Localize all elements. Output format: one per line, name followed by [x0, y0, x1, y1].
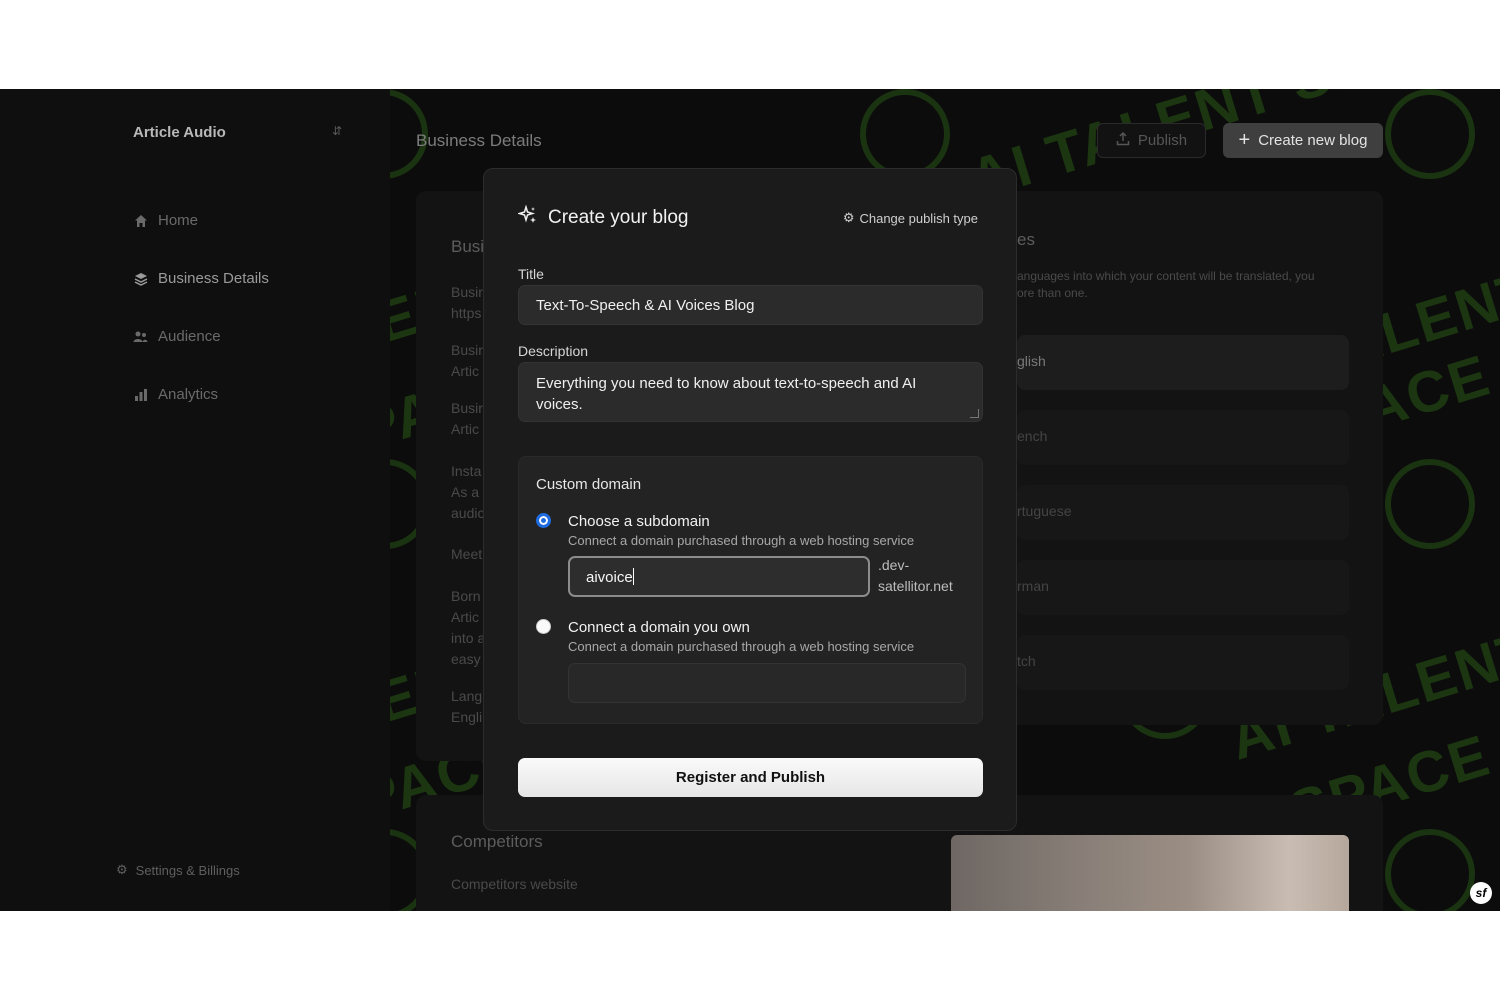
own-domain-input[interactable] — [568, 663, 966, 703]
publish-button[interactable]: Publish — [1097, 123, 1206, 158]
home-icon — [133, 213, 148, 228]
sidebar-item-audience[interactable]: Audience — [133, 328, 221, 345]
change-publish-type-label: Change publish type — [859, 210, 978, 226]
app-window: AI TALENT SPACE AI TALENT SPACE AI TALEN… — [0, 89, 1500, 911]
field-value: audic — [451, 505, 485, 521]
custom-domain-label: Custom domain — [536, 476, 642, 493]
subdomain-input[interactable]: aivoice — [568, 556, 870, 597]
sidebar-item-home[interactable]: Home — [133, 212, 198, 229]
custom-domain-section: Custom domain Choose a subdomain Connect… — [518, 456, 983, 724]
gear-icon: ⚙ — [842, 210, 855, 225]
gear-icon: ⚙ — [116, 862, 128, 877]
own-domain-option-subtitle: Connect a domain purchased through a web… — [568, 639, 915, 654]
language-label: rtuguese — [1017, 503, 1072, 519]
create-new-blog-button[interactable]: + Create new blog — [1223, 123, 1383, 158]
language-label: rman — [1017, 578, 1049, 594]
sidebar-item-label: Home — [158, 212, 199, 229]
chevron-updown-icon[interactable]: ⇵ — [332, 124, 342, 138]
card-description: ore than one. — [1017, 286, 1088, 300]
field-label: Lang — [451, 688, 483, 704]
watermark-logo — [1385, 829, 1475, 911]
language-option[interactable]: rtuguese — [1017, 485, 1349, 540]
field-label: Busir — [451, 284, 483, 300]
field-value: easy — [451, 651, 481, 667]
description-text: Everything you need to know about text-t… — [536, 375, 917, 413]
settings-label: Settings & Billings — [135, 862, 240, 878]
sidebar-item-business-details[interactable]: Business Details — [133, 270, 269, 287]
settings-link[interactable]: ⚙ Settings & Billings — [116, 862, 240, 878]
card-heading: Busi — [451, 237, 485, 256]
field-value: Engli — [451, 709, 483, 725]
language-label: tch — [1017, 653, 1036, 669]
symfony-logo-icon[interactable]: sf — [1470, 882, 1492, 904]
text-caret — [632, 568, 634, 585]
field-label: Busir — [451, 342, 483, 358]
modal-title-text: Create your blog — [548, 207, 689, 228]
office-photo — [951, 835, 1349, 911]
workspace-name[interactable]: Article Audio — [133, 124, 226, 141]
subdomain-value: aivoice — [586, 569, 633, 586]
domain-suffix: .dev-satellitor.net — [878, 557, 953, 594]
create-blog-modal: Create your blog ⚙ Change publish type T… — [483, 168, 1017, 831]
upload-icon — [1116, 131, 1130, 150]
watermark-logo — [1385, 459, 1475, 549]
sidebar: Article Audio ⇵ Home Business Details Au… — [0, 89, 390, 911]
own-domain-option-title: Connect a domain you own — [568, 619, 750, 636]
resize-handle[interactable] — [970, 409, 979, 418]
plus-icon: + — [1238, 129, 1251, 151]
field-label: Competitors website — [451, 876, 578, 892]
title-input[interactable]: Text-To-Speech & AI Voices Blog — [518, 285, 983, 325]
language-option[interactable]: tch — [1017, 635, 1349, 690]
subdomain-option-subtitle: Connect a domain purchased through a web… — [568, 533, 915, 548]
description-label: Description — [518, 343, 589, 359]
language-option[interactable]: ench — [1017, 410, 1349, 465]
field-value: Artic — [451, 609, 479, 625]
users-icon — [133, 329, 148, 344]
language-label: glish — [1017, 353, 1046, 369]
sidebar-item-label: Analytics — [158, 386, 219, 403]
own-domain-radio[interactable] — [536, 619, 551, 634]
field-value: https — [451, 305, 482, 321]
sparkles-icon — [516, 204, 538, 231]
modal-title: Create your blog — [516, 204, 689, 231]
sidebar-item-analytics[interactable]: Analytics — [133, 386, 218, 403]
field-value: Artic — [451, 421, 479, 437]
field-label: Insta — [451, 463, 482, 479]
card-heading: Competitors — [451, 832, 543, 851]
field-label: Meet — [451, 546, 483, 562]
field-value: into a — [451, 630, 486, 646]
field-value: Artic — [451, 363, 479, 379]
card-heading: es — [1017, 230, 1035, 249]
field-value: Born — [451, 588, 481, 604]
language-option[interactable]: rman — [1017, 560, 1349, 615]
description-textarea[interactable]: Everything you need to know about text-t… — [518, 362, 983, 422]
page-title: Business Details — [416, 131, 542, 150]
field-value: As a — [451, 484, 480, 500]
sidebar-item-label: Business Details — [158, 270, 269, 287]
language-label: ench — [1017, 428, 1048, 444]
title-label: Title — [518, 266, 544, 282]
watermark-logo — [1385, 89, 1475, 179]
watermark-logo — [860, 89, 950, 179]
bar-chart-icon — [133, 387, 148, 402]
language-option[interactable]: glish — [1017, 335, 1349, 390]
publish-label: Publish — [1137, 132, 1188, 149]
sidebar-item-label: Audience — [158, 328, 221, 345]
subdomain-option-title: Choose a subdomain — [568, 513, 710, 530]
change-publish-type-button[interactable]: ⚙ Change publish type — [843, 210, 978, 226]
field-label: Busir — [451, 400, 483, 416]
create-label: Create new blog — [1258, 132, 1368, 149]
register-and-publish-button[interactable]: Register and Publish — [518, 758, 983, 797]
layers-icon — [133, 271, 148, 286]
subdomain-radio[interactable] — [536, 513, 551, 528]
